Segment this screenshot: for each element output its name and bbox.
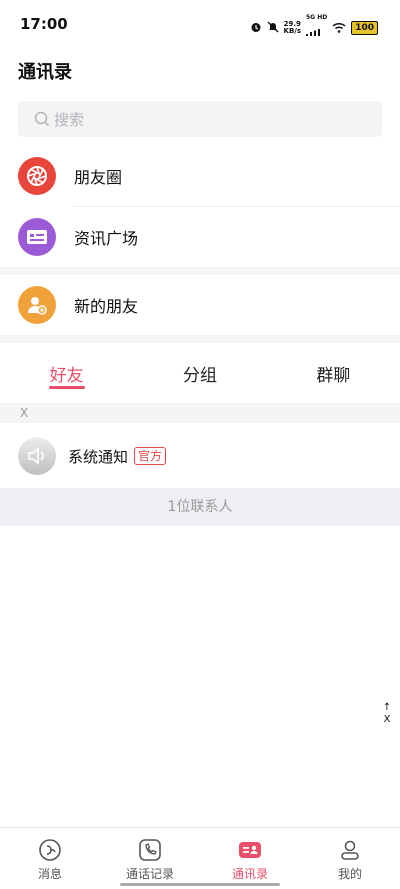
add-friend-icon	[18, 286, 56, 324]
tab-group-chats[interactable]: 群聊	[267, 345, 400, 401]
alarm-icon	[250, 18, 262, 37]
nav-contacts[interactable]: 通讯录	[200, 828, 300, 889]
mute-icon	[267, 18, 279, 37]
contact-row[interactable]: 系统通知 官方	[0, 425, 400, 487]
bottom-nav: 消息 通话记录 通讯录 我的	[0, 827, 400, 889]
search-icon	[34, 111, 50, 127]
nav-label: 消息	[37, 867, 62, 881]
signal-indicator: 5G HD	[306, 15, 327, 40]
status-time: 17:00	[20, 15, 68, 33]
index-letter[interactable]: X	[382, 714, 392, 726]
tab-active-indicator	[48, 386, 85, 389]
entry-label: 新的朋友	[74, 297, 139, 316]
signal-bars-icon	[306, 29, 320, 36]
nav-label: 我的	[337, 867, 362, 881]
tab-friends[interactable]: 好友	[0, 345, 133, 401]
nav-messages[interactable]: 消息	[0, 828, 100, 889]
contacts-icon	[238, 838, 262, 862]
home-indicator[interactable]	[120, 883, 280, 886]
contact-name: 系统通知	[68, 447, 129, 466]
section-gap	[0, 267, 400, 275]
battery-indicator: 100	[351, 20, 378, 35]
call-log-icon	[138, 838, 162, 862]
tab-label: 群聊	[316, 365, 351, 386]
wifi-icon	[332, 18, 346, 37]
news-card-icon	[18, 218, 56, 256]
entry-new-friends[interactable]: 新的朋友	[0, 275, 400, 335]
status-icons: 29.9 KB/s 5G HD 100	[250, 15, 378, 40]
entry-news-square[interactable]: 资讯广场	[0, 207, 400, 267]
alphabet-index[interactable]: ↑ X	[382, 702, 392, 726]
tab-groups[interactable]: 分组	[133, 345, 266, 401]
nav-call-log[interactable]: 通话记录	[100, 828, 200, 889]
status-bar: 17:00 29.9 KB/s 5G HD 100	[0, 0, 400, 48]
section-letter-header: X	[0, 403, 400, 423]
camera-aperture-icon	[18, 157, 56, 195]
message-icon	[38, 838, 62, 862]
search-input[interactable]: 搜索	[18, 101, 382, 137]
nav-label: 通话记录	[125, 867, 174, 881]
search-placeholder: 搜索	[54, 110, 85, 129]
nav-profile[interactable]: 我的	[300, 828, 400, 889]
speaker-icon	[18, 437, 56, 475]
nav-label: 通讯录	[231, 867, 268, 881]
entry-label: 朋友圈	[74, 168, 123, 187]
entry-moments[interactable]: 朋友圈	[0, 146, 400, 206]
page-title: 通讯录	[18, 62, 72, 83]
network-speed: 29.9 KB/s	[283, 19, 301, 35]
tab-label: 好友	[49, 365, 84, 386]
section-gap	[0, 335, 400, 343]
official-badge: 官方	[134, 447, 167, 465]
profile-icon	[338, 838, 362, 862]
tab-label: 分组	[182, 365, 217, 386]
entry-label: 资讯广场	[74, 229, 139, 248]
contact-count: 1位联系人	[0, 488, 400, 526]
index-top-arrow[interactable]: ↑	[382, 702, 392, 714]
contact-tabs: 好友 分组 群聊	[0, 345, 400, 401]
